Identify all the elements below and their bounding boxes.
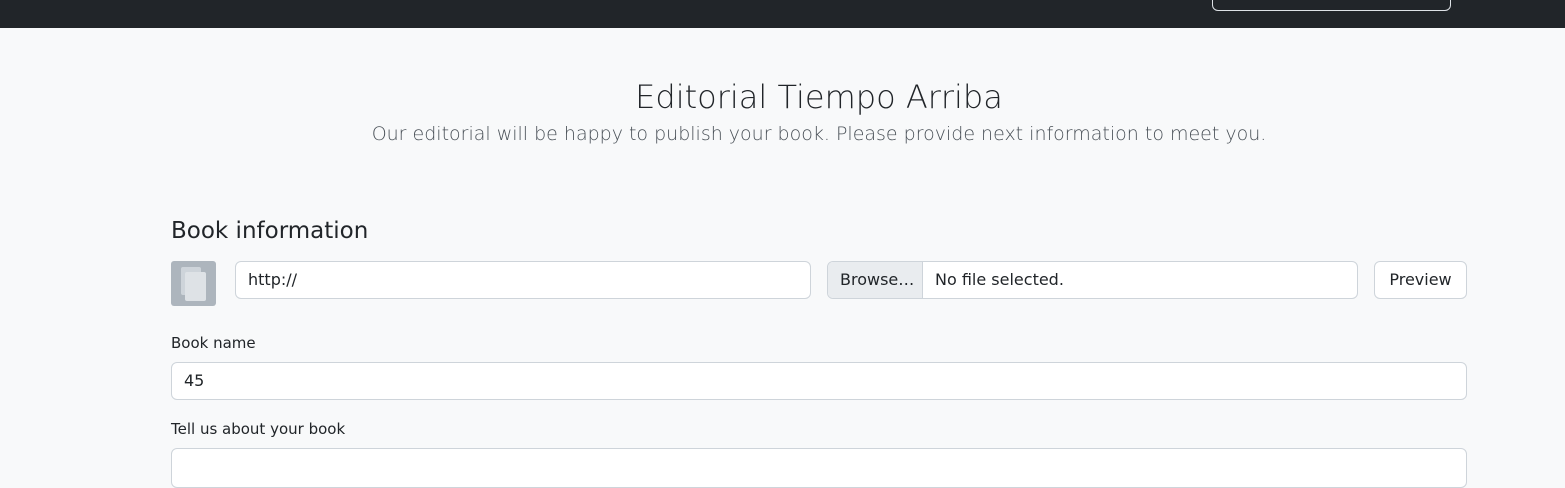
preview-button[interactable]: Preview	[1374, 261, 1467, 299]
book-name-input[interactable]: 45	[171, 362, 1467, 400]
browse-button[interactable]: Browse…	[828, 262, 923, 298]
cover-file-input[interactable]: Browse… No file selected.	[827, 261, 1358, 299]
navbar-search-input[interactable]	[1212, 0, 1451, 11]
top-navbar	[0, 0, 1565, 28]
file-status-text: No file selected.	[935, 270, 1064, 289]
book-name-label: Book name	[171, 334, 256, 352]
page-title: Editorial Tiempo Arriba	[635, 78, 1003, 116]
image-placeholder-front-sheet	[185, 272, 206, 301]
section-title-book-information: Book information	[171, 218, 369, 244]
about-book-textarea[interactable]	[171, 448, 1467, 488]
page-subtitle: Our editorial will be happy to publish y…	[371, 123, 1267, 145]
page-header: Editorial Tiempo Arriba Our editorial wi…	[0, 78, 1565, 148]
about-book-label: Tell us about your book	[171, 420, 346, 438]
cover-url-input[interactable]: http://	[235, 261, 811, 299]
image-placeholder-icon	[171, 261, 216, 306]
